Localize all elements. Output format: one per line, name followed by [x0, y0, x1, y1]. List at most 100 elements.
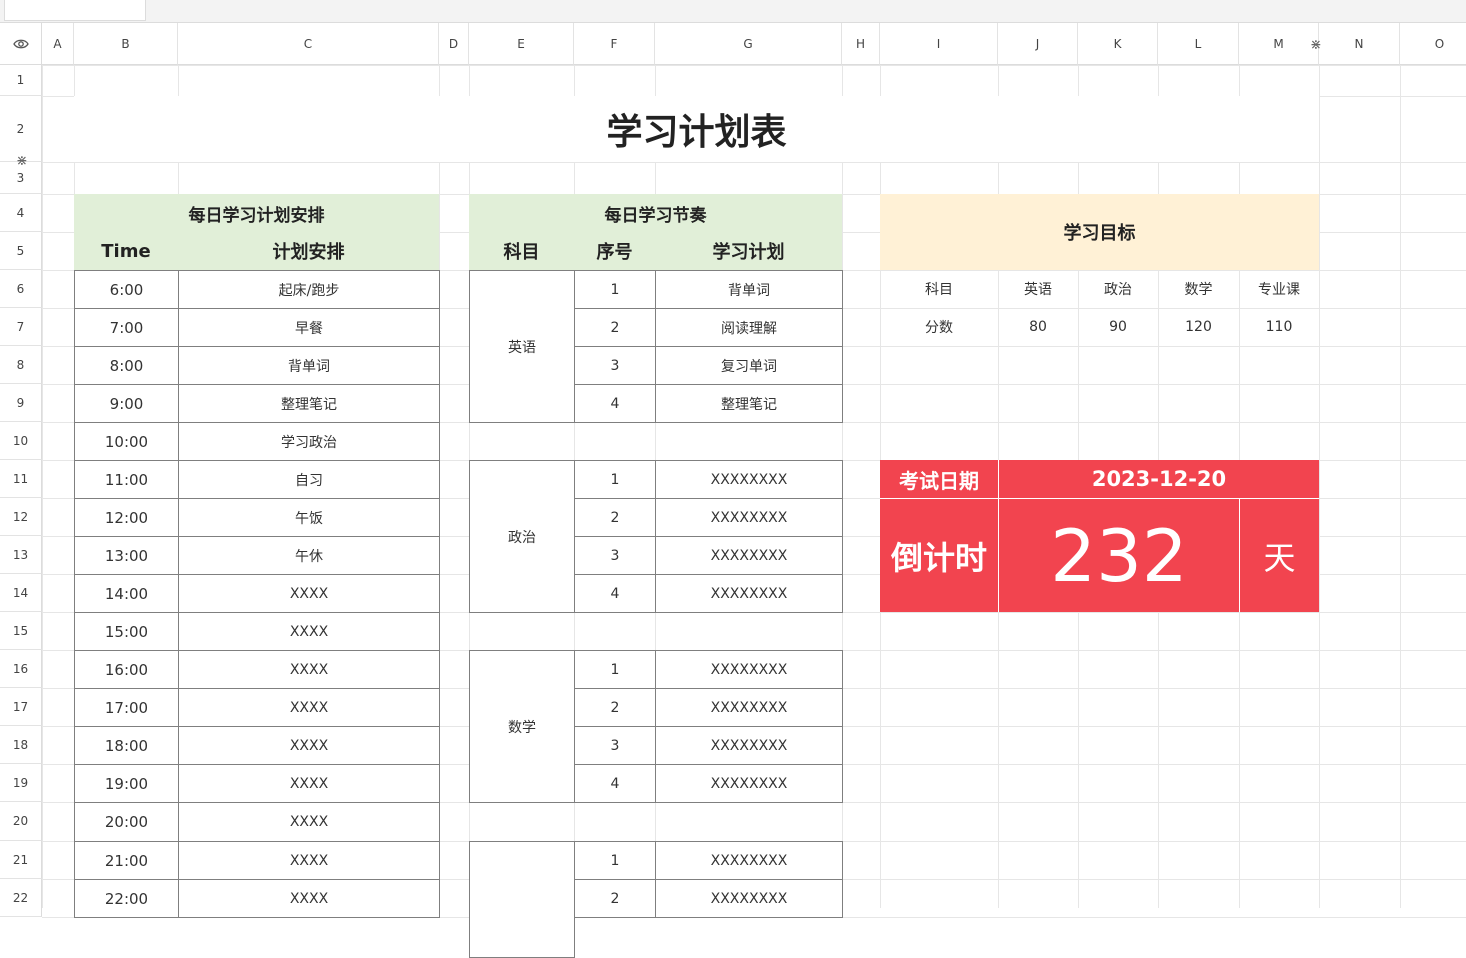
- study-plan-cell[interactable]: 背单词: [655, 270, 843, 309]
- row-header-13[interactable]: 13: [0, 536, 42, 574]
- subject-cell[interactable]: [469, 841, 575, 958]
- seq-cell[interactable]: 1: [574, 650, 656, 689]
- column-header-F[interactable]: F: [574, 23, 655, 65]
- column-header-N[interactable]: N: [1319, 23, 1400, 65]
- sheet-title[interactable]: 学习计划表: [74, 96, 1319, 162]
- goal-score[interactable]: 90: [1078, 308, 1158, 346]
- seq-cell[interactable]: 3: [574, 346, 656, 385]
- goal-subject[interactable]: 数学: [1158, 270, 1239, 308]
- row-header-10[interactable]: 10: [0, 422, 42, 460]
- study-plan-cell[interactable]: XXXXXXXX: [655, 536, 843, 575]
- countdown-unit[interactable]: 天: [1239, 498, 1319, 612]
- seq-cell[interactable]: 1: [574, 841, 656, 880]
- row-header-7[interactable]: 7: [0, 308, 42, 346]
- plan-cell[interactable]: 背单词: [178, 346, 440, 385]
- plan-cell[interactable]: XXXX: [178, 574, 440, 613]
- column-header-M[interactable]: M: [1239, 23, 1319, 65]
- resize-handle-icon[interactable]: ⋇: [1310, 37, 1322, 53]
- time-column-header[interactable]: Time: [74, 232, 178, 270]
- study-plan-cell[interactable]: XXXXXXXX: [655, 650, 843, 689]
- time-cell[interactable]: 10:00: [74, 422, 179, 461]
- seq-cell[interactable]: 4: [574, 384, 656, 423]
- seq-cell[interactable]: 4: [574, 574, 656, 613]
- column-header-J[interactable]: J: [998, 23, 1078, 65]
- goals-header[interactable]: 学习目标: [880, 194, 1319, 270]
- goal-score[interactable]: 80: [998, 308, 1078, 346]
- time-cell[interactable]: 13:00: [74, 536, 179, 575]
- plan-cell[interactable]: 自习: [178, 460, 440, 499]
- seq-cell[interactable]: 1: [574, 460, 656, 499]
- row-header-14[interactable]: 14: [0, 574, 42, 612]
- plan-cell[interactable]: XXXX: [178, 612, 440, 651]
- plan-cell[interactable]: XXXX: [178, 726, 440, 765]
- plan-cell[interactable]: 起床/跑步: [178, 270, 440, 309]
- goals-score-label[interactable]: 分数: [880, 308, 998, 346]
- time-cell[interactable]: 15:00: [74, 612, 179, 651]
- seq-cell[interactable]: 3: [574, 536, 656, 575]
- seq-cell[interactable]: 4: [574, 764, 656, 803]
- time-cell[interactable]: 22:00: [74, 879, 179, 918]
- row-header-1[interactable]: 1: [0, 65, 42, 96]
- plan-cell[interactable]: 午休: [178, 536, 440, 575]
- plan-cell[interactable]: XXXX: [178, 764, 440, 803]
- row-header-21[interactable]: 21: [0, 841, 42, 879]
- study-plan-column-header[interactable]: 学习计划: [655, 232, 842, 270]
- study-plan-cell[interactable]: XXXXXXXX: [655, 574, 843, 613]
- time-cell[interactable]: 20:00: [74, 802, 179, 842]
- resize-handle-icon[interactable]: ⋇: [16, 153, 28, 169]
- study-plan-cell[interactable]: XXXXXXXX: [655, 688, 843, 727]
- seq-cell[interactable]: 2: [574, 308, 656, 347]
- row-header-19[interactable]: 19: [0, 764, 42, 802]
- row-header-16[interactable]: 16: [0, 650, 42, 688]
- time-cell[interactable]: 18:00: [74, 726, 179, 765]
- time-cell[interactable]: 21:00: [74, 841, 179, 880]
- time-cell[interactable]: 11:00: [74, 460, 179, 499]
- exam-date[interactable]: 2023-12-20: [998, 460, 1319, 498]
- study-plan-cell[interactable]: XXXXXXXX: [655, 498, 843, 537]
- plan-column-header[interactable]: 计划安排: [178, 232, 439, 270]
- row-header-11[interactable]: 11: [0, 460, 42, 498]
- study-plan-cell[interactable]: XXXXXXXX: [655, 764, 843, 803]
- study-plan-cell[interactable]: XXXXXXXX: [655, 460, 843, 499]
- row-header-6[interactable]: 6: [0, 270, 42, 308]
- time-cell[interactable]: 9:00: [74, 384, 179, 423]
- seq-cell[interactable]: 3: [574, 726, 656, 765]
- study-plan-cell[interactable]: 整理笔记: [655, 384, 843, 423]
- eye-icon[interactable]: [12, 38, 29, 50]
- study-plan-cell[interactable]: XXXXXXXX: [655, 879, 843, 918]
- seq-column-header[interactable]: 序号: [574, 232, 655, 270]
- row-header-4[interactable]: 4: [0, 194, 42, 232]
- row-header-9[interactable]: 9: [0, 384, 42, 422]
- column-header-H[interactable]: H: [842, 23, 880, 65]
- row-header-8[interactable]: 8: [0, 346, 42, 384]
- plan-cell[interactable]: 早餐: [178, 308, 440, 347]
- time-cell[interactable]: 17:00: [74, 688, 179, 727]
- column-header-I[interactable]: I: [880, 23, 998, 65]
- goals-subject-label[interactable]: 科目: [880, 270, 998, 308]
- goal-subject[interactable]: 英语: [998, 270, 1078, 308]
- column-header-B[interactable]: B: [74, 23, 178, 65]
- plan-cell[interactable]: XXXX: [178, 650, 440, 689]
- subject-cell[interactable]: 数学: [469, 650, 575, 803]
- time-cell[interactable]: 19:00: [74, 764, 179, 803]
- exam-date-label[interactable]: 考试日期: [880, 460, 998, 498]
- seq-cell[interactable]: 2: [574, 498, 656, 537]
- plan-cell[interactable]: XXXX: [178, 688, 440, 727]
- plan-cell[interactable]: XXXX: [178, 802, 440, 842]
- column-header-L[interactable]: L: [1158, 23, 1239, 65]
- time-cell[interactable]: 7:00: [74, 308, 179, 347]
- row-header-18[interactable]: 18: [0, 726, 42, 764]
- column-header-A[interactable]: A: [42, 23, 74, 65]
- row-header-12[interactable]: 12: [0, 498, 42, 536]
- countdown-label[interactable]: 倒计时: [880, 498, 998, 612]
- goal-subject[interactable]: 政治: [1078, 270, 1158, 308]
- time-cell[interactable]: 8:00: [74, 346, 179, 385]
- column-header-O[interactable]: O: [1400, 23, 1466, 65]
- plan-cell[interactable]: XXXX: [178, 841, 440, 880]
- study-plan-cell[interactable]: XXXXXXXX: [655, 841, 843, 880]
- seq-cell[interactable]: 1: [574, 270, 656, 309]
- column-header-D[interactable]: D: [439, 23, 469, 65]
- goal-score[interactable]: 110: [1239, 308, 1319, 346]
- row-header-17[interactable]: 17: [0, 688, 42, 726]
- subject-column-header[interactable]: 科目: [469, 232, 574, 270]
